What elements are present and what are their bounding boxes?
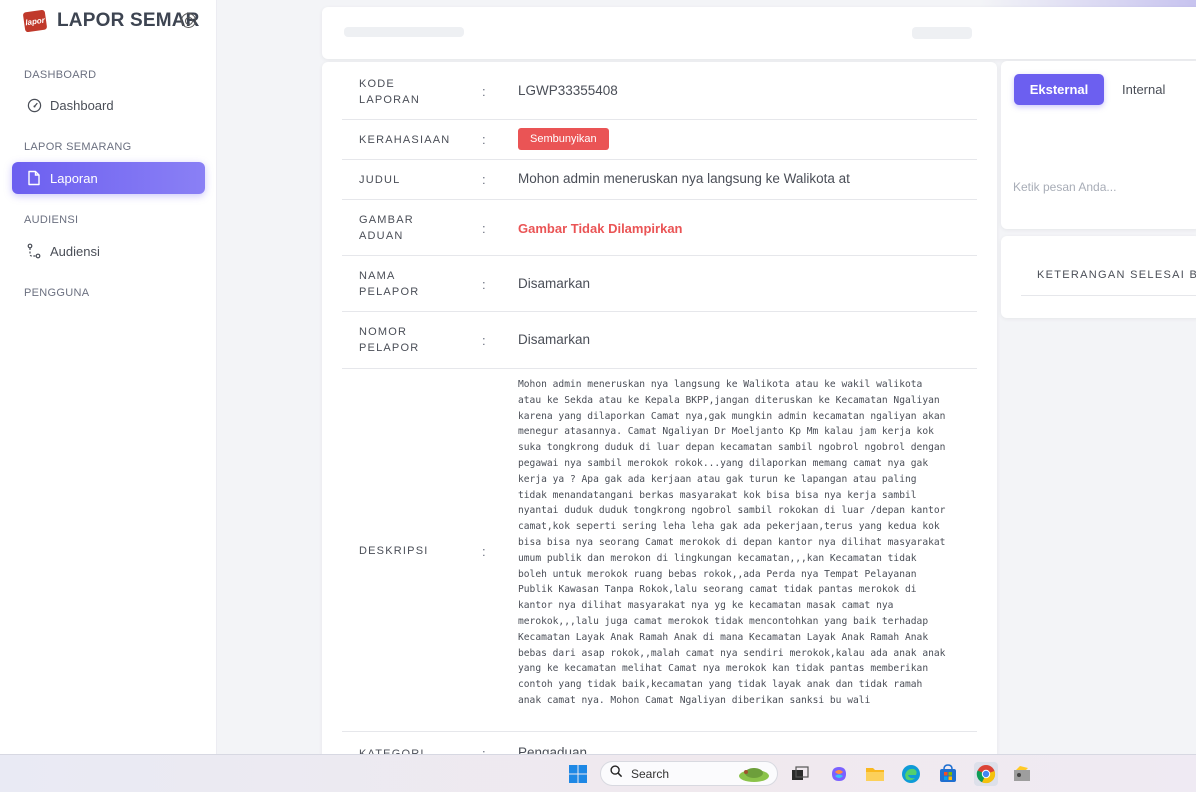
row-label: JUDUL [359,174,401,186]
row-deskripsi: DESKRIPSI : Mohon admin meneruskan nya l… [342,369,977,732]
row-gambar-aduan: GAMBAR ADUAN : Gambar Tidak Dilampirkan [342,200,977,256]
row-label: KODE LAPORAN [359,78,420,106]
taskbar: Search [0,754,1196,792]
header-placeholder [344,27,464,37]
sidebar-item-label: Dashboard [50,97,114,113]
reporter-name: Disamarkan [518,276,591,291]
message-input[interactable] [1013,173,1196,201]
row-colon: : [482,132,486,147]
header-card [322,7,1196,59]
search-label: Search [631,766,670,781]
row-nomor-pelapor: NOMOR PELAPOR : Disamarkan [342,312,977,369]
sidebar: lapor LAPOR SEMAR DASHBOARD Dashboard LA… [0,0,217,754]
sidebar-item-label: Laporan [50,170,98,186]
row-nama-pelapor: NAMA PELAPOR : Disamarkan [342,256,977,312]
header-placeholder [912,27,972,39]
tab-internal[interactable]: Internal [1122,82,1165,97]
report-code: LGWP33355408 [518,83,618,98]
row-label: DESKRIPSI [359,545,429,557]
task-view-icon[interactable] [790,764,810,784]
confidentiality-badge: Sembunyikan [518,128,609,150]
no-image-notice: Gambar Tidak Dilampirkan [518,221,683,236]
reporter-number: Disamarkan [518,332,591,347]
route-icon [26,243,42,259]
completion-note-title: KETERANGAN SELESAI BE [1037,269,1196,281]
row-kerahasiaan: KERAHASIAAN : Sembunyikan [342,120,977,160]
brand[interactable]: lapor LAPOR SEMAR [22,9,200,33]
row-label: KERAHASIAAN [359,134,451,146]
search-highlight-icon [737,764,771,789]
brand-title: LAPOR SEMAR [57,10,200,31]
copilot-icon[interactable] [829,764,849,784]
row-colon: : [482,221,486,236]
report-description: Mohon admin meneruskan nya langsung ke W… [518,379,946,706]
brand-logo: lapor [22,9,48,33]
row-label: NOMOR PELAPOR [359,326,420,354]
row-colon: : [482,172,486,187]
chat-card: Eksternal Internal [1001,61,1196,229]
edge-browser-icon[interactable] [901,764,921,784]
sidebar-item-audiensi[interactable]: Audiensi [12,235,205,267]
divider [1021,295,1196,296]
app-icon[interactable] [1012,764,1032,784]
row-colon: : [482,84,486,99]
section-title-pengguna: PENGGUNA [24,287,90,299]
row-label: NAMA PELAPOR [359,270,420,298]
row-colon: : [482,544,486,559]
tab-eksternal[interactable]: Eksternal [1014,74,1104,105]
sidebar-item-dashboard[interactable]: Dashboard [12,89,205,121]
windows-start-icon[interactable] [568,764,588,784]
completion-note-card: KETERANGAN SELESAI BE [1001,236,1196,318]
row-label: GAMBAR ADUAN [359,214,414,242]
report-detail-card: KODE LAPORAN : LGWP33355408 KERAHASIAAN … [322,62,997,762]
sidebar-item-label: Audiensi [50,243,100,259]
sidebar-item-laporan[interactable]: Laporan [12,162,205,194]
store-icon[interactable] [938,764,958,784]
row-judul: JUDUL : Mohon admin meneruskan nya langs… [342,160,977,200]
row-colon: : [482,333,486,348]
taskbar-search[interactable]: Search [600,761,778,786]
sidebar-toggle-icon[interactable] [181,13,196,28]
gauge-icon [26,97,42,113]
document-icon [26,170,42,186]
section-title-audiensi: AUDIENSI [24,214,79,226]
section-title-lapor-semarang: LAPOR SEMARANG [24,141,132,153]
search-icon [610,764,623,783]
report-title: Mohon admin meneruskan nya langsung ke W… [518,171,850,186]
row-kode-laporan: KODE LAPORAN : LGWP33355408 [342,62,977,120]
chrome-browser-icon[interactable] [974,762,998,786]
section-title-dashboard: DASHBOARD [24,69,97,81]
row-colon: : [482,277,486,292]
file-explorer-icon[interactable] [865,764,885,784]
